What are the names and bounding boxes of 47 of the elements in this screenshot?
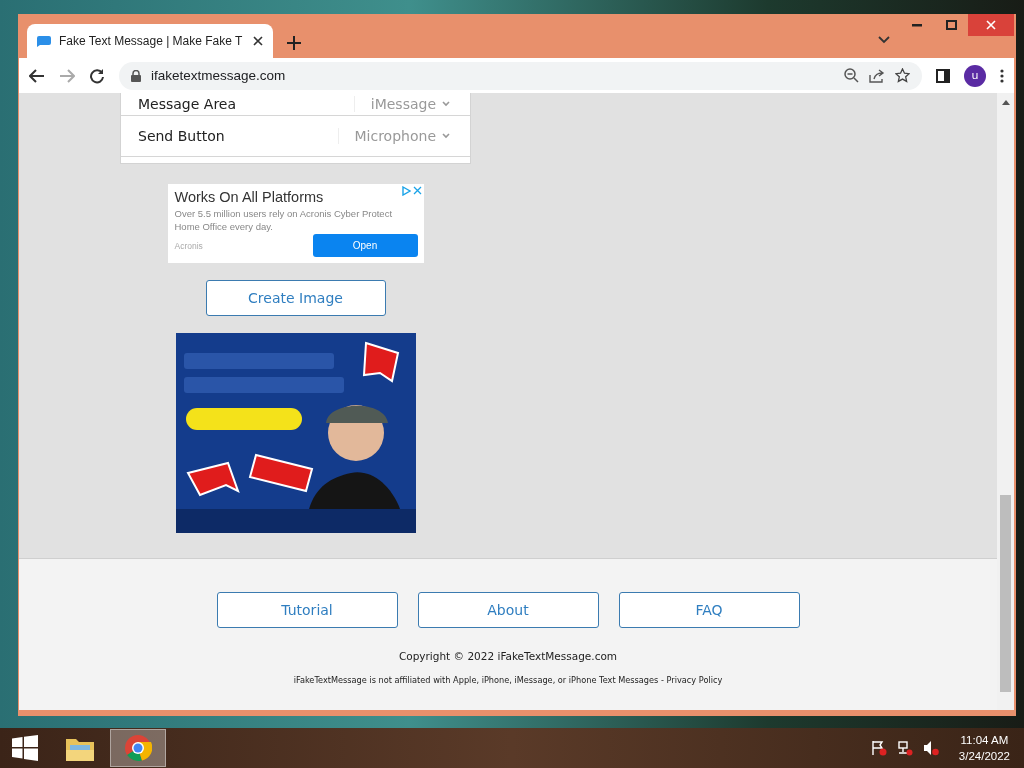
footer-link-button[interactable]: About <box>417 592 599 628</box>
chevron-down-icon[interactable] <box>878 36 890 44</box>
network-icon[interactable] <box>896 740 913 756</box>
ad-advertiser: Acronis <box>174 240 203 251</box>
scrollbar-thumb[interactable] <box>1000 495 1011 692</box>
create-image-button[interactable]: Create Image <box>205 280 386 316</box>
plus-icon[interactable] <box>287 36 301 50</box>
zoom-out-icon[interactable] <box>844 68 859 83</box>
taskbar-clock[interactable]: 11:04 AM 3/24/2022 <box>958 732 1010 764</box>
ad-choices-icon[interactable] <box>401 186 411 196</box>
setting-label: Send Button <box>138 128 225 144</box>
ad-headline: Works On All Platforms <box>174 189 324 205</box>
footer-link-button[interactable]: Tutorial <box>216 592 398 628</box>
privacy-policy-link[interactable]: Privacy Policy <box>666 675 723 685</box>
scroll-up-icon[interactable] <box>1001 99 1010 105</box>
setting-label: Message Area <box>138 96 237 112</box>
windows-logo-icon[interactable] <box>12 735 38 761</box>
browser-tab[interactable]: Fake Text Message | Make Fake T <box>27 24 273 58</box>
setting-dropdown[interactable]: Microphone <box>337 128 450 144</box>
disclaimer-text: iFakeTextMessage is not affiliated with Apple, iPhone, iMessage, or iPhone Text Messages - Privacy Policy <box>293 675 723 685</box>
chevron-down-icon <box>442 133 450 139</box>
menu-icon[interactable] <box>1000 68 1004 83</box>
maximize-icon[interactable] <box>945 20 957 30</box>
footer-link-button[interactable]: FAQ <box>618 592 800 628</box>
clock-date: 3/24/2022 <box>958 749 1010 764</box>
open-button[interactable]: Open <box>312 234 418 257</box>
flag-icon[interactable] <box>870 740 887 756</box>
speaker-muted-icon[interactable] <box>922 740 939 756</box>
share-icon[interactable] <box>869 68 885 83</box>
setting-dropdown[interactable]: iMessage <box>353 96 450 112</box>
text-ad[interactable]: Works On All Platforms Over 5.5 million users rely on Acronis Cyber Protect Home Office every day. Acronis Open <box>167 184 424 263</box>
scrollbar[interactable] <box>997 93 1014 710</box>
star-icon[interactable] <box>895 68 910 83</box>
minimize-icon[interactable] <box>912 23 922 27</box>
chevron-down-icon <box>442 101 450 107</box>
reload-icon[interactable] <box>89 67 105 84</box>
back-arrow-icon[interactable] <box>29 68 45 83</box>
chat-bubble-icon <box>37 35 51 47</box>
close-icon[interactable] <box>253 36 263 46</box>
side-panel-icon[interactable] <box>936 68 950 83</box>
profile-avatar[interactable]: u <box>964 64 986 87</box>
chrome-icon <box>124 734 152 762</box>
clock-time: 11:04 AM <box>959 733 1010 748</box>
lock-icon <box>131 69 141 82</box>
address-bar[interactable]: ifaketextmessage.com <box>119 61 922 90</box>
ad-body: Over 5.5 million users rely on Acronis Cyber Protect Home Office every day. <box>174 207 394 233</box>
copyright-text: Copyright © 2022 iFakeTextMessage.com <box>398 650 618 662</box>
